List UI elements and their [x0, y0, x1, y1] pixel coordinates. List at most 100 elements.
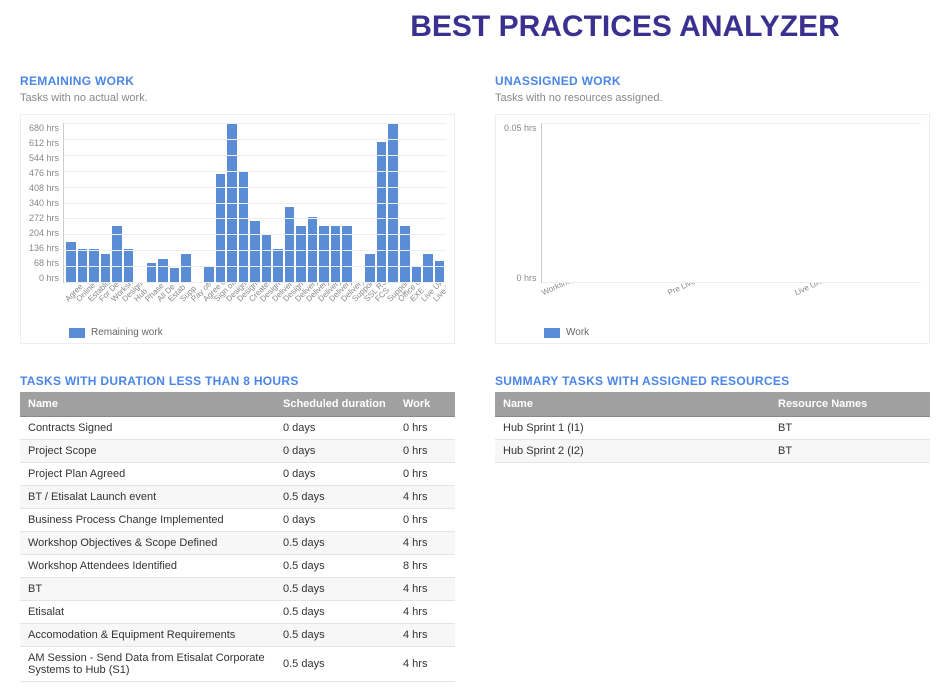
cell-duration: 0.5 days — [275, 601, 395, 624]
table-row: Business Process Change Implemented0 day… — [20, 509, 455, 532]
bar — [435, 261, 445, 282]
cell-name: Hub Sprint 1 (I1) — [495, 417, 770, 440]
bar — [262, 235, 272, 282]
remaining-work-xaxis: AgreeOnlineEstablishFor DeWorkshopDesign… — [29, 283, 446, 323]
table-row: Workshop Objectives & Scope Defined0.5 d… — [20, 532, 455, 555]
remaining-work-yaxis: 680 hrs612 hrs544 hrs476 hrs408 hrs340 h… — [29, 123, 63, 283]
cell-name: AM Session - Send Data from Etisalat Cor… — [20, 647, 275, 682]
y-tick: 476 hrs — [29, 168, 59, 178]
unassigned-work-heading: UNASSIGNED WORK — [495, 74, 930, 88]
bar — [377, 142, 387, 282]
remaining-work-legend: Remaining work — [29, 327, 446, 338]
legend-swatch-icon — [69, 328, 85, 338]
remaining-work-legend-label: Remaining work — [91, 327, 163, 338]
cell-work: 4 hrs — [395, 486, 455, 509]
short-tasks-section: TASKS WITH DURATION LESS THAN 8 HOURS Na… — [20, 374, 455, 682]
cell-duration: 0.5 days — [275, 647, 395, 682]
cell-work: 8 hrs — [395, 555, 455, 578]
unassigned-work-xaxis: Workshop RehePre Live UAT PrLive UAT Sig… — [504, 283, 921, 323]
remaining-work-section: REMAINING WORK Tasks with no actual work… — [20, 74, 455, 344]
table-row: BT / Etisalat Launch event0.5 days4 hrs — [20, 486, 455, 509]
summary-tasks-heading: SUMMARY TASKS WITH ASSIGNED RESOURCES — [495, 374, 930, 388]
x-tick: Live UAT Sign O — [793, 283, 921, 323]
cell-name: Etisalat — [20, 601, 275, 624]
table-header-row: Name Scheduled duration Work — [20, 392, 455, 417]
bar — [250, 221, 260, 282]
col-duration: Scheduled duration — [275, 392, 395, 417]
y-tick: 0.05 hrs — [504, 123, 537, 133]
cell-work: 4 hrs — [395, 601, 455, 624]
cell-work: 0 hrs — [395, 463, 455, 486]
y-tick: 680 hrs — [29, 123, 59, 133]
remaining-work-heading: REMAINING WORK — [20, 74, 455, 88]
table-row: Accomodation & Equipment Requirements0.5… — [20, 624, 455, 647]
right-column: UNASSIGNED WORK Tasks with no resources … — [495, 64, 930, 682]
bar — [365, 254, 375, 282]
x-tick: Workshop Rehe — [540, 283, 670, 323]
unassigned-work-chart: 0.05 hrs 0 hrs Workshop RehePre Live UAT … — [495, 114, 930, 344]
col-resources: Resource Names — [770, 392, 930, 417]
cell-name: BT — [20, 578, 275, 601]
bar — [423, 254, 433, 282]
x-tick: Pre Live UAT Pr — [667, 283, 797, 323]
table-row: Etisalat0.5 days4 hrs — [20, 601, 455, 624]
cell-name: Project Scope — [20, 440, 275, 463]
bar — [204, 266, 214, 282]
page-title: BEST PRACTICES ANALYZER — [20, 10, 930, 44]
short-tasks-table: Name Scheduled duration Work Contracts S… — [20, 392, 455, 682]
cell-name: Business Process Change Implemented — [20, 509, 275, 532]
remaining-work-plot — [63, 123, 446, 283]
table-row: Hub Sprint 1 (I1)BT — [495, 417, 930, 440]
col-work: Work — [395, 392, 455, 417]
bar — [101, 254, 111, 282]
y-tick: 272 hrs — [29, 213, 59, 223]
table-row: BT0.5 days4 hrs — [20, 578, 455, 601]
y-tick: 0 hrs — [517, 273, 537, 283]
table-row: AM Session - Send Data from Etisalat Cor… — [20, 647, 455, 682]
table-header-row: Name Resource Names — [495, 392, 930, 417]
cell-resources: BT — [770, 440, 930, 463]
legend-swatch-icon — [544, 328, 560, 338]
cell-duration: 0.5 days — [275, 578, 395, 601]
unassigned-work-plot — [541, 123, 921, 283]
y-tick: 136 hrs — [29, 243, 59, 253]
col-name: Name — [20, 392, 275, 417]
short-tasks-heading: TASKS WITH DURATION LESS THAN 8 HOURS — [20, 374, 455, 388]
table-row: Hub Sprint 2 (I2)BT — [495, 440, 930, 463]
cell-work: 4 hrs — [395, 532, 455, 555]
cell-name: Accomodation & Equipment Requirements — [20, 624, 275, 647]
cell-duration: 0.5 days — [275, 486, 395, 509]
left-column: REMAINING WORK Tasks with no actual work… — [20, 64, 455, 682]
table-row: Project Plan Agreed0 days0 hrs — [20, 463, 455, 486]
col-name: Name — [495, 392, 770, 417]
cell-work: 4 hrs — [395, 578, 455, 601]
cell-work: 4 hrs — [395, 624, 455, 647]
unassigned-work-subheading: Tasks with no resources assigned. — [495, 92, 930, 104]
cell-work: 0 hrs — [395, 440, 455, 463]
remaining-work-chart: 680 hrs612 hrs544 hrs476 hrs408 hrs340 h… — [20, 114, 455, 344]
cell-name: Hub Sprint 2 (I2) — [495, 440, 770, 463]
y-tick: 340 hrs — [29, 198, 59, 208]
bar — [181, 254, 191, 282]
cell-resources: BT — [770, 417, 930, 440]
y-tick: 612 hrs — [29, 138, 59, 148]
table-row: Contracts Signed0 days0 hrs — [20, 417, 455, 440]
y-tick: 68 hrs — [34, 258, 59, 268]
cell-name: Workshop Attendees Identified — [20, 555, 275, 578]
cell-name: Project Plan Agreed — [20, 463, 275, 486]
bar — [412, 266, 422, 282]
cell-work: 4 hrs — [395, 647, 455, 682]
cell-work: 0 hrs — [395, 509, 455, 532]
bar — [158, 259, 168, 282]
unassigned-work-yaxis: 0.05 hrs 0 hrs — [504, 123, 541, 283]
y-tick: 204 hrs — [29, 228, 59, 238]
unassigned-work-legend: Work — [504, 327, 921, 338]
y-tick: 408 hrs — [29, 183, 59, 193]
remaining-work-subheading: Tasks with no actual work. — [20, 92, 455, 104]
table-row: Workshop Attendees Identified0.5 days8 h… — [20, 555, 455, 578]
cell-work: 0 hrs — [395, 417, 455, 440]
bar — [66, 242, 76, 282]
cell-name: BT / Etisalat Launch event — [20, 486, 275, 509]
cell-duration: 0 days — [275, 417, 395, 440]
cell-duration: 0.5 days — [275, 555, 395, 578]
